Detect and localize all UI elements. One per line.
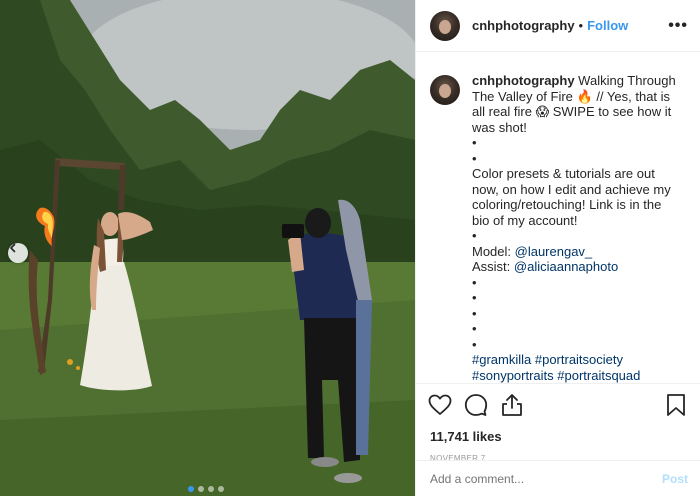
carousel-dot — [198, 486, 204, 492]
add-comment-bar: Post — [416, 460, 700, 496]
hashtags-link[interactable]: #sonyportraits #portraitsquad — [472, 368, 640, 383]
caption-text: cnhphotography Walking Through The Valle… — [472, 73, 682, 383]
caption-assist-line: Assist: @aliciaannaphoto — [472, 259, 682, 275]
chevron-left-icon — [10, 243, 16, 253]
post-comment-button[interactable]: Post — [662, 472, 688, 486]
post-details-panel: cnhphotography • Follow ••• cnhphotograp… — [415, 0, 700, 496]
comment-icon — [464, 394, 488, 416]
post-photo[interactable] — [0, 0, 415, 496]
bookmark-icon — [667, 394, 685, 416]
share-button[interactable] — [500, 393, 524, 417]
more-options-button[interactable]: ••• — [668, 17, 688, 35]
header-username[interactable]: cnhphotography — [472, 18, 575, 33]
caption-avatar[interactable] — [430, 75, 460, 105]
assist-handle-link[interactable]: @aliciaannaphoto — [514, 259, 618, 274]
action-bar: 11,741 likes NOVEMBER 7 — [416, 383, 700, 463]
caption-username[interactable]: cnhphotography — [472, 73, 575, 88]
carousel-dot — [188, 486, 194, 492]
comments-area[interactable]: cnhphotography Walking Through The Valle… — [416, 53, 700, 383]
comment-button[interactable] — [464, 393, 488, 417]
carousel-indicator — [188, 486, 224, 492]
caption-line: • — [472, 321, 477, 336]
caption-line: • — [472, 274, 477, 290]
carousel-dot — [218, 486, 224, 492]
caption-line: • — [472, 290, 477, 305]
model-handle-link[interactable]: @laurengav_ — [515, 244, 593, 259]
comment-input[interactable] — [430, 471, 662, 486]
like-button[interactable] — [428, 393, 452, 417]
heart-icon — [428, 394, 452, 415]
follow-button[interactable]: Follow — [587, 18, 628, 33]
carousel-dot — [208, 486, 214, 492]
caption-line: Color presets & tutorials are out now, o… — [472, 166, 671, 228]
avatar[interactable] — [430, 10, 460, 41]
post-header: cnhphotography • Follow ••• — [416, 0, 700, 52]
caption-row: cnhphotography Walking Through The Valle… — [430, 73, 684, 383]
save-button[interactable] — [664, 393, 688, 417]
caption-line: • — [472, 228, 477, 243]
share-icon — [502, 394, 522, 416]
action-icons — [428, 392, 688, 418]
photo-scene — [0, 0, 415, 496]
hashtags-link[interactable]: #gramkilla #portraitsociety — [472, 352, 623, 367]
caption-line: • — [472, 336, 477, 352]
assist-label: Assist: — [472, 259, 514, 274]
caption-line: • — [472, 135, 477, 150]
model-label: Model: — [472, 243, 515, 259]
likes-count[interactable]: 11,741 likes — [428, 429, 688, 444]
caption-line: • — [472, 150, 477, 166]
header-separator: • — [578, 18, 584, 33]
caption-model-line: Model: @laurengav_ — [472, 244, 682, 260]
carousel-prev-button[interactable] — [8, 243, 28, 263]
caption-line: • — [472, 305, 477, 321]
